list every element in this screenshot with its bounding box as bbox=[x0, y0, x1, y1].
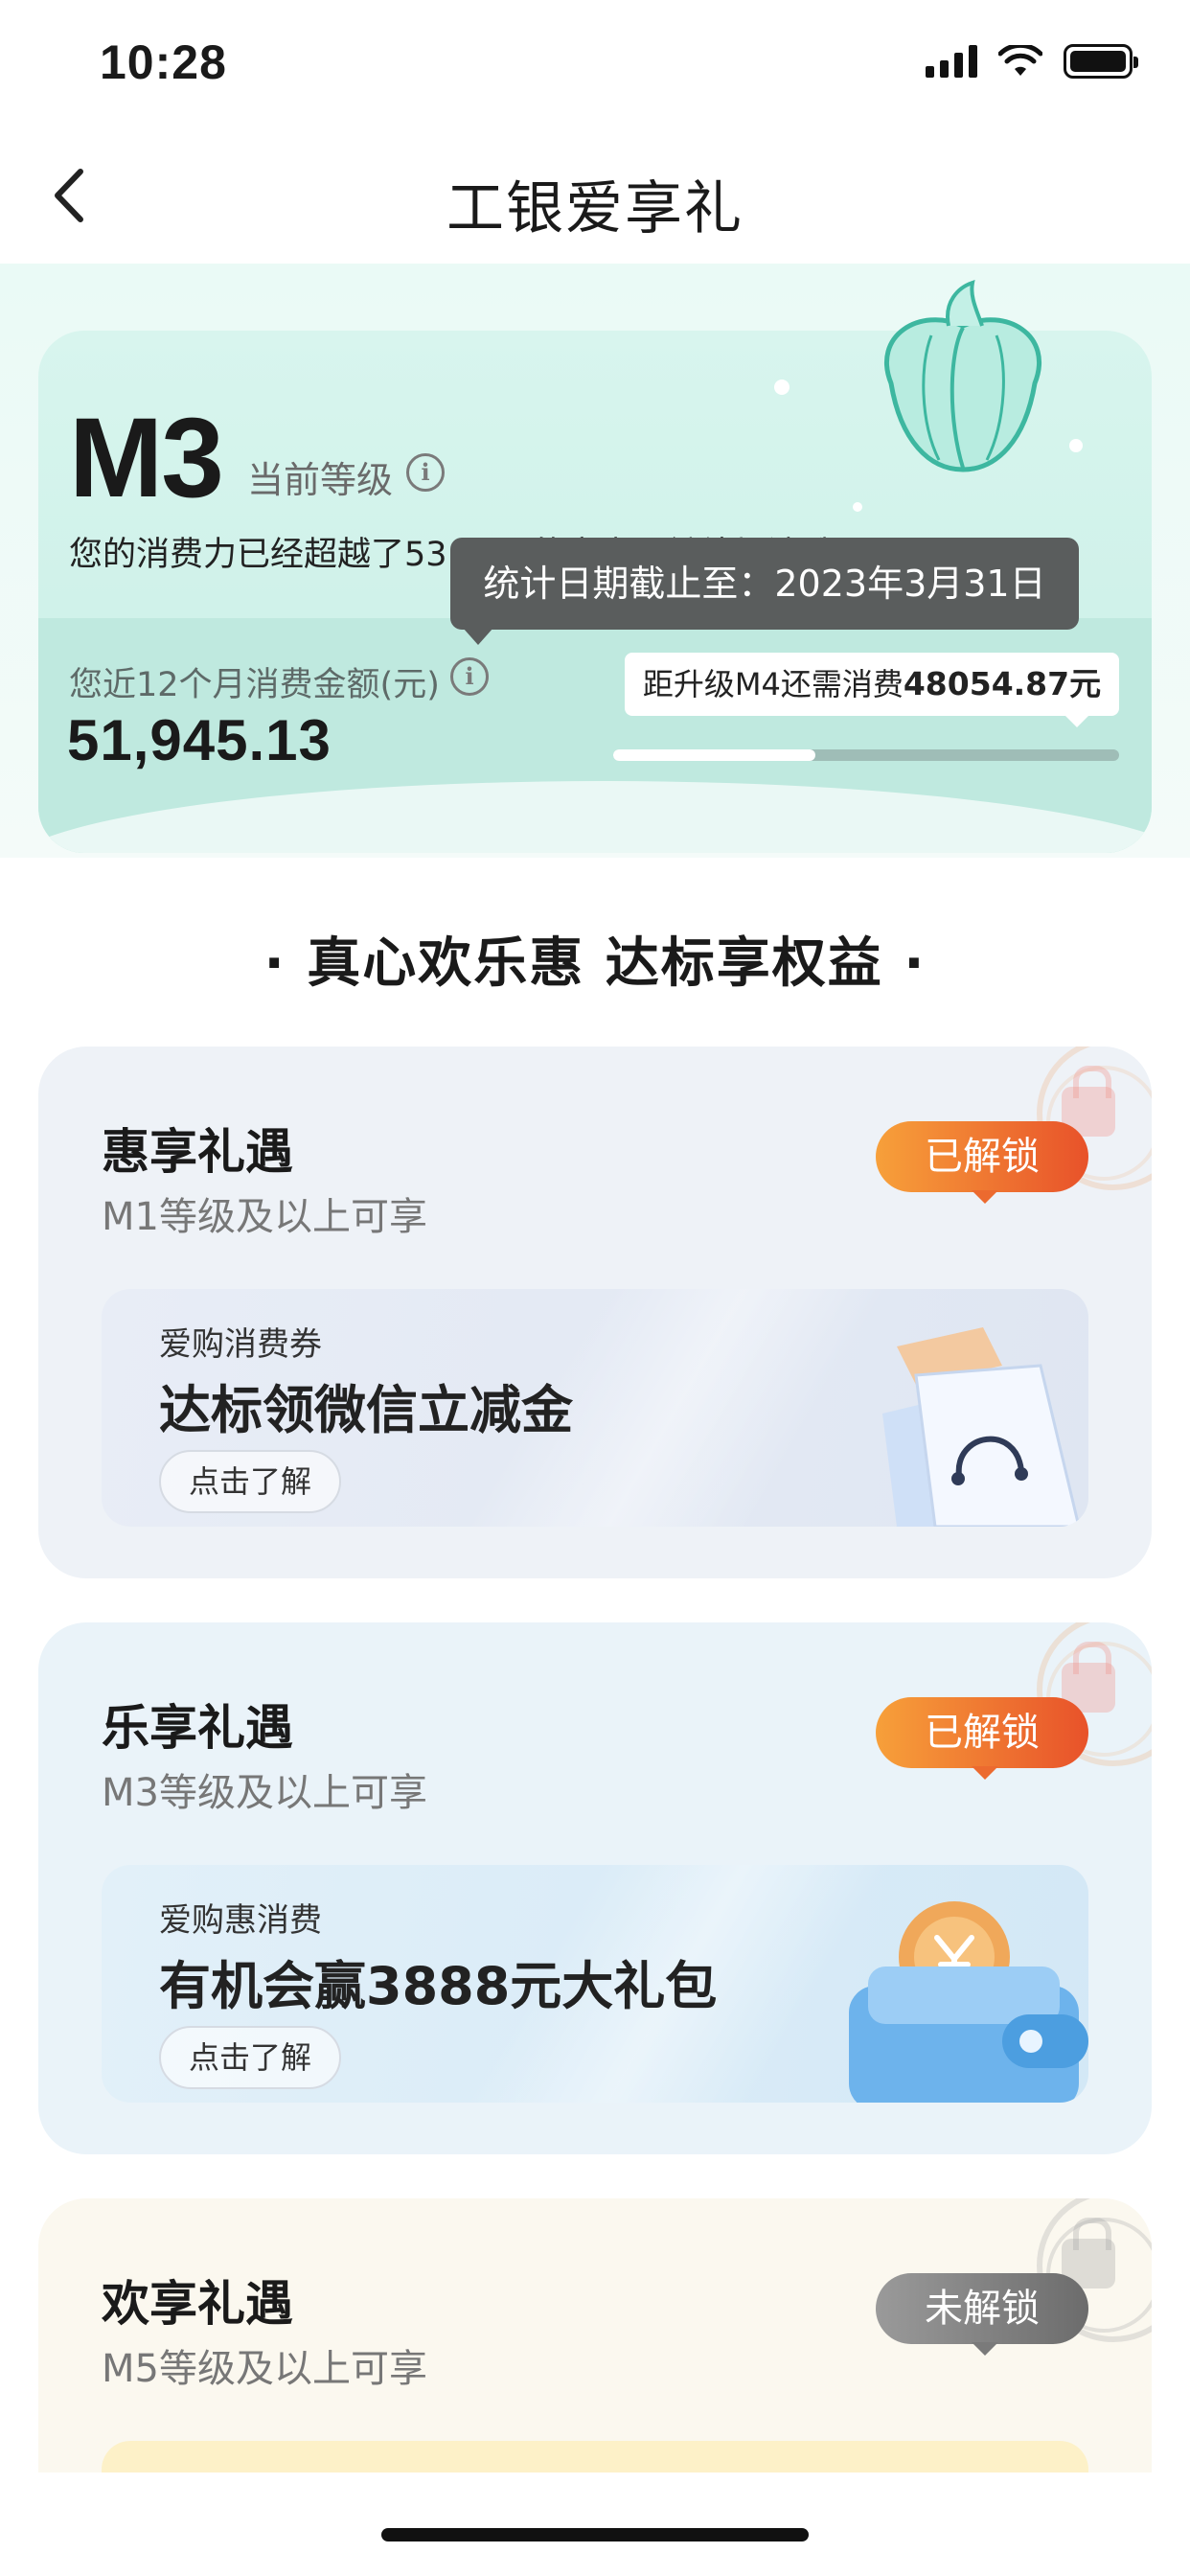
unlock-status-badge[interactable]: 已解锁 bbox=[876, 1697, 1088, 1780]
nav-bar: 工银爱享礼 bbox=[0, 129, 1190, 264]
decor-dot bbox=[853, 502, 862, 512]
unlock-status-badge[interactable]: 已解锁 bbox=[876, 1121, 1088, 1204]
upgrade-amount: 48054.87元 bbox=[903, 665, 1102, 702]
offer-card-coupon[interactable]: 爱购消费券 达标领微信立减金 点击了解 bbox=[102, 1289, 1088, 1527]
offer-tag: 爱购惠消费 bbox=[159, 1901, 322, 1940]
upgrade-progress-bar bbox=[613, 749, 1119, 761]
home-indicator bbox=[381, 2528, 809, 2542]
benefit-subtitle: M3等级及以上可享 bbox=[102, 1771, 427, 1815]
benefit-title: 惠享礼遇 bbox=[102, 1124, 293, 1180]
upgrade-bubble: 距升级M4还需消费48054.87元 bbox=[625, 653, 1119, 716]
benefit-title: 乐享礼遇 bbox=[102, 1700, 293, 1756]
shopping-bag-icon bbox=[882, 1327, 1081, 1527]
benefit-card-lexiang: 乐享礼遇 M3等级及以上可享 已解锁 爱购惠消费 有机会赢3888元大礼包 点击… bbox=[38, 1622, 1152, 2154]
wifi-icon bbox=[998, 45, 1042, 76]
upgrade-progress-fill bbox=[613, 749, 816, 761]
spend-amount: 51,945.13 bbox=[67, 708, 332, 772]
benefit-title: 欢享礼遇 bbox=[102, 2276, 293, 2332]
info-icon[interactable]: i bbox=[406, 453, 445, 492]
decor-dot bbox=[774, 380, 790, 395]
signal-icon bbox=[926, 45, 977, 78]
date-tooltip: 统计日期截止至：2023年3月31日 bbox=[450, 538, 1079, 630]
wallet-coin-icon bbox=[849, 1901, 1088, 2103]
offer-title: 有机会赢3888元大礼包 bbox=[159, 1956, 718, 2016]
tooltip-arrow bbox=[463, 628, 493, 645]
fruit-illustration-icon bbox=[883, 280, 1042, 472]
spend-info-icon[interactable]: i bbox=[450, 657, 489, 696]
benefit-subtitle: M1等级及以上可享 bbox=[102, 1195, 427, 1239]
level-caption: 当前等级 bbox=[247, 459, 394, 501]
bottom-safe-area bbox=[0, 2472, 1190, 2576]
benefit-subtitle: M5等级及以上可享 bbox=[102, 2347, 427, 2391]
section-title: · 真心欢乐惠 达标享权益 · bbox=[263, 932, 927, 995]
badge-label: 已解锁 bbox=[925, 1711, 1040, 1755]
page-title: 工银爱享礼 bbox=[446, 175, 744, 242]
offer-title: 达标领微信立减金 bbox=[159, 1380, 573, 1440]
badge-label: 未解锁 bbox=[925, 2287, 1040, 2331]
status-time: 10:28 bbox=[100, 35, 227, 89]
status-icons bbox=[926, 44, 1138, 79]
spend-label: 您近12个月消费金额(元) bbox=[69, 666, 440, 704]
lock-status-badge[interactable]: 未解锁 bbox=[876, 2273, 1088, 2356]
status-bar: 10:28 bbox=[0, 0, 1190, 129]
learn-more-button[interactable]: 点击了解 bbox=[159, 1450, 341, 1513]
badge-label: 已解锁 bbox=[925, 1135, 1040, 1179]
upgrade-prefix: 距升级M4还需消费 bbox=[642, 666, 904, 702]
offer-card-prize[interactable]: 爱购惠消费 有机会赢3888元大礼包 点击了解 bbox=[102, 1865, 1088, 2103]
offer-tag: 爱购消费券 bbox=[159, 1325, 322, 1364]
learn-more-button[interactable]: 点击了解 bbox=[159, 2026, 341, 2089]
benefit-card-huixiang: 惠享礼遇 M1等级及以上可享 已解锁 爱购消费券 达标领微信立减金 点击了解 bbox=[38, 1046, 1152, 1578]
level-code: M3 bbox=[69, 395, 224, 521]
battery-icon bbox=[1064, 44, 1138, 79]
upgrade-bubble-arrow bbox=[1064, 714, 1090, 727]
